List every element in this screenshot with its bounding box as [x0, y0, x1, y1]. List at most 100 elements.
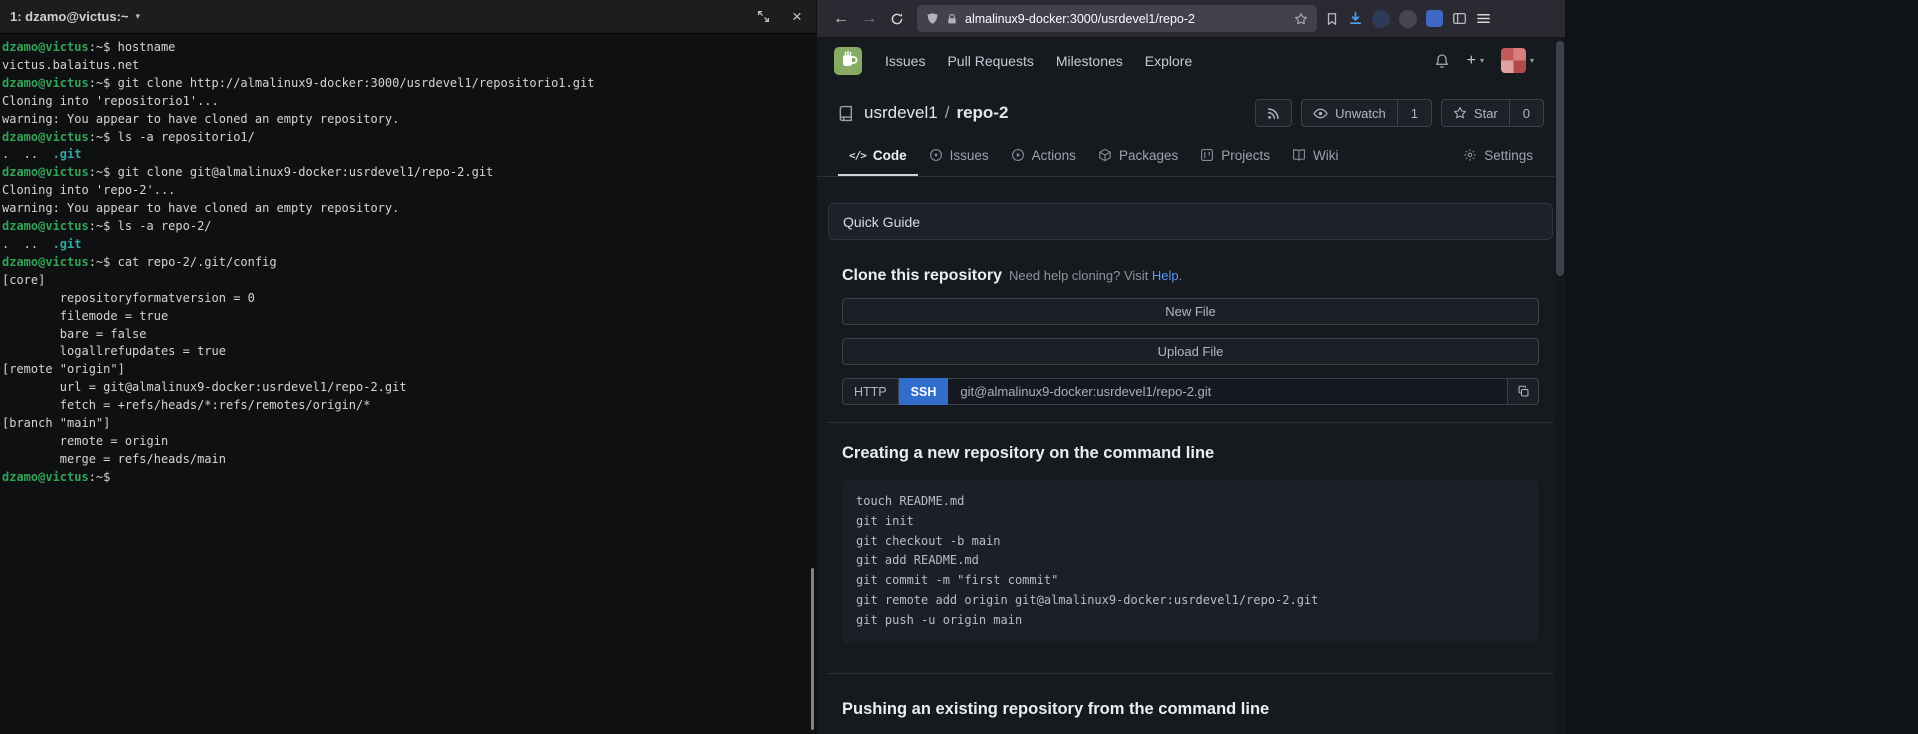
terminal-text-segment: .git	[53, 237, 82, 251]
create-new-button[interactable]: + ▾	[1467, 52, 1484, 70]
terminal-text-segment: :~$ ls -a repo-2/	[89, 219, 212, 233]
screen: 1: dzamo@victus:~ ▾ × dzamo@victus:~$ ho…	[0, 0, 1918, 734]
gitea-logo[interactable]	[834, 47, 862, 75]
repo-tabs: </> Code Issues Actions	[817, 136, 1565, 177]
forward-button[interactable]: →	[855, 5, 883, 33]
chevron-down-icon: ▾	[1480, 56, 1484, 65]
help-link[interactable]: Help	[1152, 268, 1179, 283]
terminal-text-segment: remote = origin	[2, 434, 168, 448]
restore-window-icon[interactable]	[754, 8, 772, 26]
repo-owner-link[interactable]: usrdevel1	[864, 103, 938, 123]
tab-packages[interactable]: Packages	[1087, 136, 1189, 176]
extension-icon-3[interactable]	[1426, 10, 1443, 27]
terminal-text-segment: dzamo@victus	[2, 165, 89, 179]
tab-packages-label: Packages	[1119, 148, 1178, 163]
terminal-text-segment: warning: You appear to have cloned an em…	[2, 201, 399, 215]
repo-title: usrdevel1 / repo-2	[864, 103, 1008, 123]
http-protocol-button[interactable]: HTTP	[842, 378, 899, 405]
nav-item-pull-requests[interactable]: Pull Requests	[936, 53, 1044, 69]
tab-settings[interactable]: Settings	[1452, 136, 1544, 176]
tab-dropdown-caret-icon[interactable]: ▾	[136, 11, 141, 22]
reload-button[interactable]	[883, 5, 911, 33]
tab-issues[interactable]: Issues	[918, 136, 1000, 176]
nav-item-issues[interactable]: Issues	[874, 53, 936, 69]
upload-file-button[interactable]: Upload File	[842, 338, 1539, 365]
clone-title: Clone this repository	[842, 267, 1002, 285]
create-code-block: touch README.md git init git checkout -b…	[842, 480, 1539, 643]
tab-code[interactable]: </> Code	[838, 136, 918, 176]
clone-url-input[interactable]: git@almalinux9-docker:usrdevel1/repo-2.g…	[948, 378, 1508, 405]
close-icon[interactable]: ×	[788, 8, 806, 26]
tab-wiki[interactable]: Wiki	[1281, 136, 1350, 176]
terminal-text-segment: victus.balaitus.net	[2, 58, 139, 72]
watchers-count[interactable]: 1	[1398, 99, 1432, 127]
extension-icon-2[interactable]	[1399, 10, 1417, 28]
clone-help-suffix: .	[1179, 268, 1183, 283]
rss-feed-button[interactable]	[1255, 99, 1292, 127]
terminal-line: fetch = +refs/heads/*:refs/remotes/origi…	[2, 397, 814, 415]
terminal-text-segment: dzamo@victus	[2, 40, 89, 54]
push-repo-heading: Pushing an existing repository from the …	[842, 700, 1539, 719]
terminal-line: remote = origin	[2, 433, 814, 451]
terminal-scrollbar[interactable]	[811, 568, 814, 730]
terminal-titlebar: 1: dzamo@victus:~ ▾ ×	[0, 0, 816, 34]
lock-icon[interactable]	[946, 13, 958, 25]
terminal-line: victus.balaitus.net	[2, 57, 814, 75]
clone-url-bar: HTTP SSH git@almalinux9-docker:usrdevel1…	[842, 378, 1539, 405]
terminal-line: dzamo@victus:~$ git clone http://almalin…	[2, 75, 814, 93]
plus-icon: +	[1467, 52, 1476, 70]
copy-url-button[interactable]	[1508, 378, 1539, 405]
terminal-line: warning: You appear to have cloned an em…	[2, 200, 814, 218]
repo-actions: Unwatch 1 Star 0	[1255, 99, 1544, 127]
new-file-button[interactable]: New File	[842, 298, 1539, 325]
terminal-text-segment: . ..	[2, 147, 53, 161]
terminal-text-segment: fetch = +refs/heads/*:refs/remotes/origi…	[2, 398, 370, 412]
shield-icon[interactable]	[926, 12, 939, 25]
terminal-line: [core]	[2, 272, 814, 290]
notifications-bell-icon[interactable]	[1434, 53, 1450, 69]
browser-toolbar: ← → almalinux9-docker:3000/usrdevel1/rep…	[817, 0, 1565, 37]
terminal-text-segment: url = git@almalinux9-docker:usrdevel1/re…	[2, 380, 407, 394]
scrollbar-thumb[interactable]	[1556, 41, 1564, 276]
terminal-line: warning: You appear to have cloned an em…	[2, 111, 814, 129]
url-bar[interactable]: almalinux9-docker:3000/usrdevel1/repo-2	[917, 5, 1317, 32]
user-menu[interactable]: ▾	[1501, 48, 1534, 73]
terminal-line: dzamo@victus:~$ ls -a repositorio1/	[2, 129, 814, 147]
terminal-text-segment: . ..	[2, 237, 53, 251]
bookmarks-icon[interactable]	[1325, 12, 1339, 26]
download-icon[interactable]	[1348, 11, 1363, 26]
terminal-window: 1: dzamo@victus:~ ▾ × dzamo@victus:~$ ho…	[0, 0, 816, 734]
extension-icon-1[interactable]	[1372, 10, 1390, 28]
tab-projects[interactable]: Projects	[1189, 136, 1281, 176]
terminal-line: [branch "main"]	[2, 415, 814, 433]
bookmark-star-icon[interactable]	[1294, 12, 1308, 26]
terminal-text-segment: [core]	[2, 273, 45, 287]
stars-count[interactable]: 0	[1510, 99, 1544, 127]
nav-item-explore[interactable]: Explore	[1134, 53, 1203, 69]
clone-help-prefix: Need help cloning? Visit	[1009, 268, 1148, 283]
terminal-text-segment: dzamo@victus	[2, 76, 89, 90]
terminal-line: [remote "origin"]	[2, 361, 814, 379]
star-button[interactable]: Star	[1441, 99, 1510, 127]
page-scrollbar[interactable]	[1555, 37, 1565, 734]
terminal-line: merge = refs/heads/main	[2, 451, 814, 469]
terminal-line: logallrefupdates = true	[2, 343, 814, 361]
sidebar-toggle-icon[interactable]	[1452, 11, 1467, 26]
ssh-protocol-button[interactable]: SSH	[899, 378, 949, 405]
tab-actions[interactable]: Actions	[1000, 136, 1087, 176]
terminal-text-segment: :~$ ls -a repositorio1/	[89, 130, 255, 144]
repo-separator: /	[945, 103, 950, 123]
terminal-text-segment: dzamo@victus	[2, 130, 89, 144]
issue-circle-icon	[929, 148, 943, 162]
menu-icon[interactable]	[1476, 11, 1491, 26]
repo-name-link[interactable]: repo-2	[956, 103, 1008, 123]
nav-item-milestones[interactable]: Milestones	[1045, 53, 1134, 69]
terminal-text-segment: repositoryformatversion = 0	[2, 291, 255, 305]
tab-issues-label: Issues	[950, 148, 989, 163]
tab-projects-label: Projects	[1221, 148, 1270, 163]
terminal-text-segment: [branch "main"]	[2, 416, 110, 430]
terminal-text-segment: filemode = true	[2, 309, 168, 323]
back-button[interactable]: ←	[827, 5, 855, 33]
unwatch-button[interactable]: Unwatch	[1301, 99, 1398, 127]
repo-icon	[838, 105, 855, 122]
